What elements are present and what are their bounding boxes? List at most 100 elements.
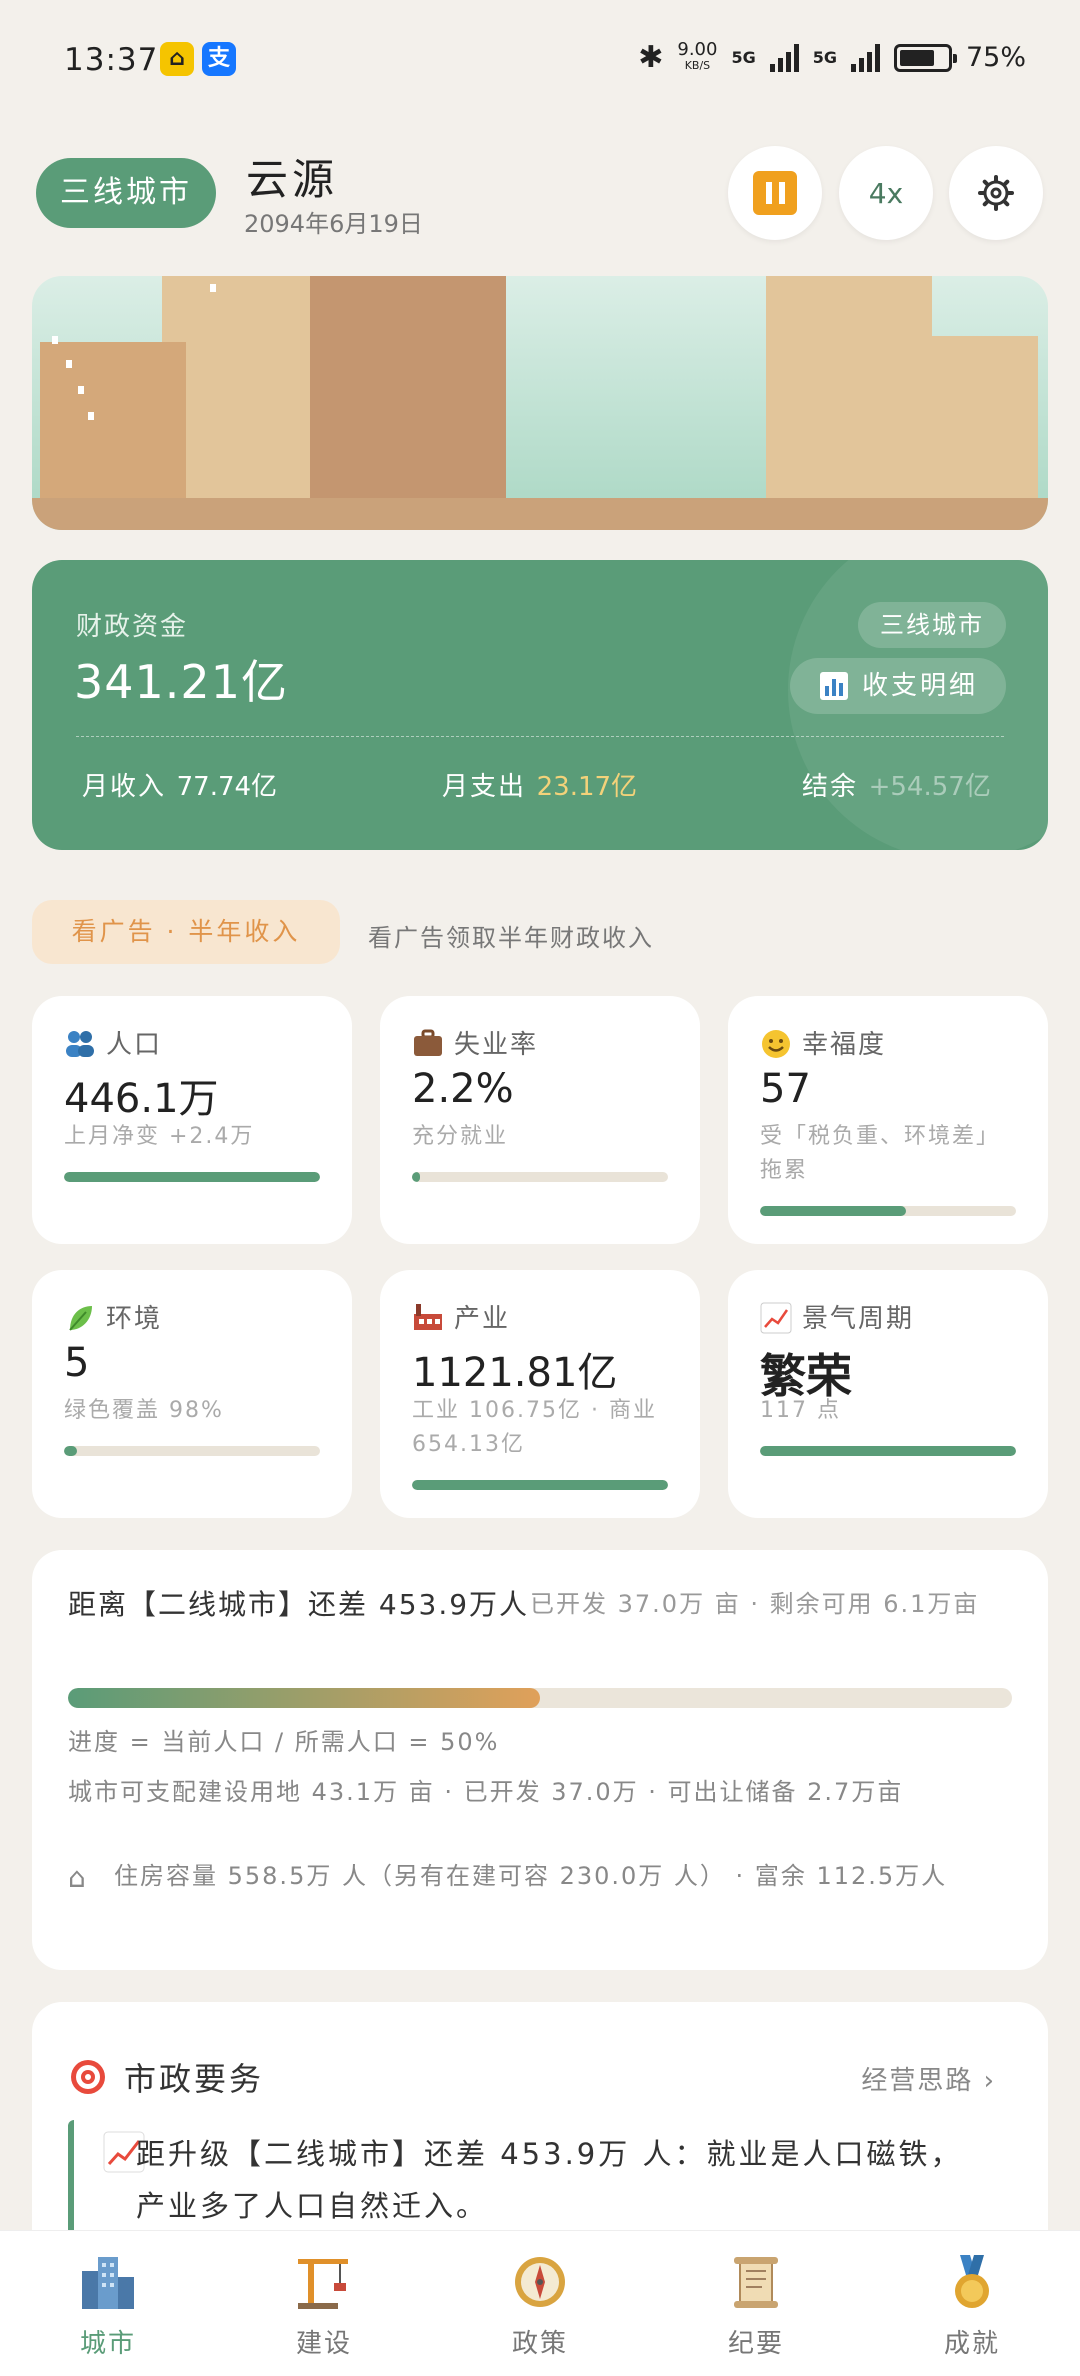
stat-subtext: 绿色覆盖 98% xyxy=(64,1398,224,1423)
building xyxy=(310,276,506,498)
nav-tab-city[interactable]: 城市 xyxy=(0,2231,216,2376)
stat-card[interactable]: 人口 446.1万 上月净变 +2.4万 xyxy=(32,996,352,1244)
factory-icon xyxy=(412,1302,442,1332)
goal-progress-text: 进度 = 当前人口 / 所需人口 = 50% xyxy=(68,1728,500,1756)
compass-icon xyxy=(510,2253,570,2311)
status-bar: 13:37 ⌂ 支 ✱ 9.00 KB/S 5G 5G 75% xyxy=(0,0,1080,120)
monthly-income: 月收入 77.74亿 xyxy=(82,772,278,802)
goal-land-text: 城市可支配建设用地 43.1万 亩 · 已开发 37.0万 · 可出让储备 2.… xyxy=(68,1778,904,1806)
app-notification-icon: ⌂ xyxy=(160,42,194,76)
municipal-tasks-title: 市政要务 xyxy=(68,2054,264,2100)
nav-label: 政策 xyxy=(511,2329,568,2359)
finance-card: 财政资金 341.21亿 三线城市 收支明细 月收入 77.74亿 月支出 23… xyxy=(32,560,1048,850)
goal-title: 距离【二线城市】还差 453.9万人 xyxy=(68,1588,530,1621)
city-name: 云源 xyxy=(246,155,339,204)
monthly-expense: 月支出 23.17亿 xyxy=(442,772,638,802)
status-time: 13:37 xyxy=(64,42,159,78)
stat-subtext: 工业 106.75亿 · 商业 654.13亿 xyxy=(412,1398,657,1457)
network-type-1: 5G xyxy=(731,48,756,67)
stat-level-bar xyxy=(64,1172,320,1182)
signal-icon-2 xyxy=(850,43,880,72)
battery-level: 75% xyxy=(965,42,1026,73)
stat-subtext: 充分就业 xyxy=(412,1124,509,1149)
goal-housing-text: ⌂ 住房容量 558.5万 人（另有在建可容 230.0万 人） · 富余 11… xyxy=(68,1861,948,1894)
network-type-2: 5G xyxy=(812,48,837,67)
nav-tab-crane[interactable]: 建设 xyxy=(216,2231,432,2376)
stat-card[interactable]: 幸福度 57 受「税负重、环境差」拖累 xyxy=(728,996,1048,1244)
stat-card[interactable]: 失业率 2.2% 充分就业 xyxy=(380,996,700,1244)
medal-icon xyxy=(942,2253,1002,2311)
stat-title: 景气周期 xyxy=(760,1298,914,1335)
scroll-icon xyxy=(726,2253,786,2311)
leaf-icon xyxy=(64,1302,94,1332)
stat-value: 1121.81亿 xyxy=(412,1350,618,1396)
game-date: 2094年6月19日 xyxy=(244,210,423,238)
stat-title: 产业 xyxy=(412,1298,510,1335)
chart-up-icon xyxy=(760,1302,792,1333)
nav-tab-scroll[interactable]: 纪要 xyxy=(648,2231,864,2376)
crane-icon xyxy=(294,2253,354,2311)
battery-icon xyxy=(893,43,957,72)
smile-icon xyxy=(760,1028,790,1058)
nav-label: 成就 xyxy=(943,2329,1000,2359)
stat-value: 57 xyxy=(760,1066,811,1112)
stat-title: 人口 xyxy=(64,1024,162,1061)
stat-level-bar xyxy=(760,1206,1016,1216)
stat-level-bar xyxy=(760,1446,1016,1456)
goal-land-summary: 已开发 37.0万 亩 · 剩余可用 6.1万亩 xyxy=(530,1590,980,1618)
bottom-nav: 城市 建设 政策 纪要 成就 xyxy=(0,2230,1080,2376)
speed-button[interactable]: 4x xyxy=(839,146,933,240)
pause-icon xyxy=(753,171,797,215)
city-icon xyxy=(78,2253,138,2311)
stat-value: 5 xyxy=(64,1340,90,1386)
watch-ad-button[interactable]: 看广告 · 半年收入 xyxy=(32,900,340,964)
house-icon: ⌂ xyxy=(68,1861,88,1894)
stat-level-bar xyxy=(412,1480,668,1490)
bar-chart-icon xyxy=(819,672,848,700)
building xyxy=(766,276,932,498)
people-icon xyxy=(64,1028,94,1058)
stat-subtext: 117 点 xyxy=(760,1398,841,1423)
ad-description: 看广告领取半年财政收入 xyxy=(368,924,654,952)
briefcase-icon xyxy=(412,1028,442,1058)
network-speed: 9.00 KB/S xyxy=(677,38,718,72)
building xyxy=(930,336,1038,498)
ground xyxy=(32,498,1048,530)
stat-level-bar xyxy=(412,1172,668,1182)
pause-button[interactable] xyxy=(728,146,822,240)
bluetooth-icon: ✱ xyxy=(638,40,664,75)
nav-tab-medal[interactable]: 成就 xyxy=(864,2231,1080,2376)
finance-tier-badge: 三线城市 xyxy=(858,602,1006,648)
finance-label: 财政资金 xyxy=(76,612,189,642)
finance-amount: 341.21亿 xyxy=(74,655,288,709)
settings-button[interactable] xyxy=(949,146,1043,240)
business-strategy-link[interactable]: 经营思路 › xyxy=(861,2060,996,2097)
stat-subtext: 受「税负重、环境差」拖累 xyxy=(760,1124,1001,1183)
goal-progress-bar xyxy=(68,1688,1012,1708)
stat-title: 失业率 xyxy=(412,1024,538,1061)
stat-level-bar xyxy=(64,1446,320,1456)
stat-card[interactable]: 景气周期 繁荣 117 点 xyxy=(728,1270,1048,1518)
target-icon xyxy=(71,2060,105,2094)
nav-label: 城市 xyxy=(79,2329,136,2359)
stat-subtext: 上月净变 +2.4万 xyxy=(64,1124,255,1149)
building xyxy=(40,342,186,498)
nav-label: 建设 xyxy=(295,2329,352,2359)
municipal-task-text: 距升级【二线城市】还差 453.9万 人：就业是人口磁铁，产业多了人口自然迁入。 xyxy=(136,2137,963,2223)
city-tier-badge: 三线城市 xyxy=(36,158,216,228)
nav-label: 纪要 xyxy=(727,2329,784,2359)
nav-tab-compass[interactable]: 政策 xyxy=(432,2231,648,2376)
upgrade-goal-card: 距离【二线城市】还差 453.9万人 已开发 37.0万 亩 · 剩余可用 6.… xyxy=(32,1550,1048,1970)
stat-title: 幸福度 xyxy=(760,1024,886,1061)
stat-value: 2.2% xyxy=(412,1066,514,1112)
stat-title: 环境 xyxy=(64,1298,162,1335)
stat-value: 446.1万 xyxy=(64,1076,219,1122)
stat-card[interactable]: 产业 1121.81亿 工业 106.75亿 · 商业 654.13亿 xyxy=(380,1270,700,1518)
signal-icon xyxy=(769,43,799,72)
gear-icon xyxy=(978,175,1014,211)
monthly-balance: 结余 +54.57亿 xyxy=(802,772,991,802)
city-skyline-banner xyxy=(32,276,1048,530)
stat-card[interactable]: 环境 5 绿色覆盖 98% xyxy=(32,1270,352,1518)
alipay-notification-icon: 支 xyxy=(202,42,236,76)
income-expense-detail-button[interactable]: 收支明细 xyxy=(789,658,1006,714)
